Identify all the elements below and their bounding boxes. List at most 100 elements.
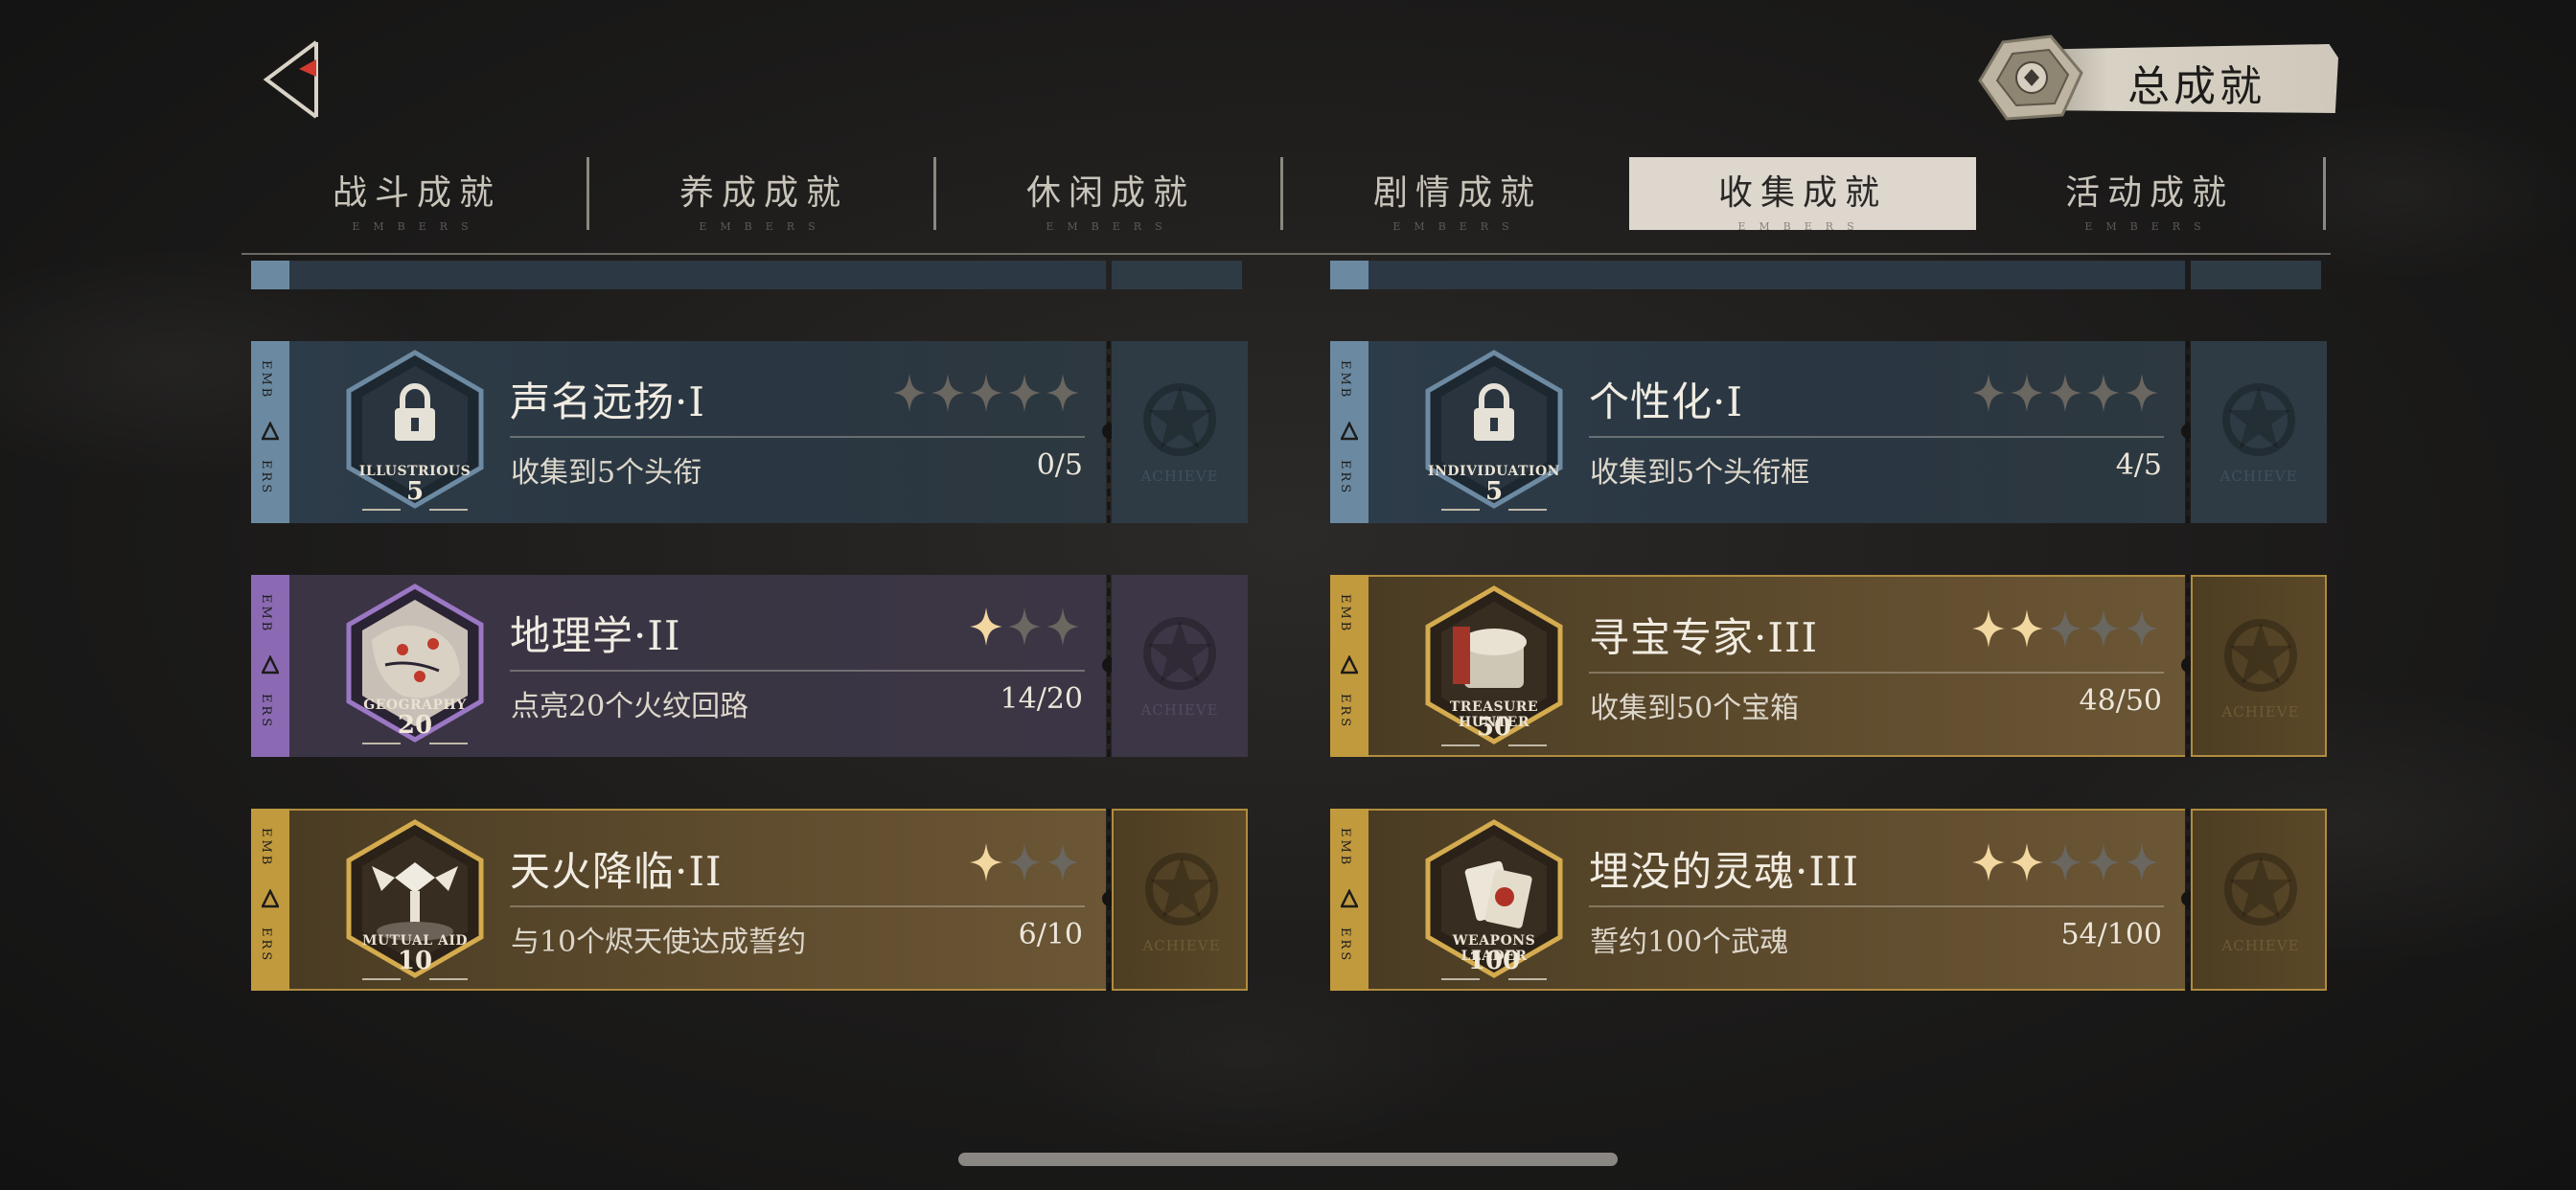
badge-number: 5 (1484, 477, 1504, 506)
tab-label: 养成成就 (678, 173, 848, 213)
partial-card-right (1330, 261, 2321, 289)
star-filled-icon (2011, 609, 2043, 648)
tab-divider (1280, 157, 1283, 230)
achievement-title: 声名远扬·I (510, 378, 705, 425)
strip-top-text: EMB (259, 828, 273, 868)
triangle-marker-icon (262, 889, 279, 908)
star-empty-icon (932, 374, 964, 412)
card-stub: ACHIEVE (2191, 575, 2327, 757)
card-stub: ACHIEVE (1112, 575, 1248, 757)
tab-label: 活动成就 (2064, 173, 2234, 213)
badge-number: 10 (397, 947, 433, 975)
tab-growth[interactable]: 养成成就 EMBERS (590, 157, 937, 233)
badge-number: 5 (405, 477, 425, 506)
tab-combat[interactable]: 战斗成就 EMBERS (243, 157, 590, 233)
achievement-description: 收集到5个头衔 (511, 456, 702, 490)
star-empty-icon (2049, 609, 2082, 648)
triangle-marker-icon (262, 422, 279, 441)
tab-sub-label: EMBERS (1392, 220, 1523, 233)
strip-bottom-text: ERS (259, 927, 273, 964)
total-achievement-button[interactable]: 总成就 (1974, 34, 2346, 121)
achievement-card[interactable]: EMB ERS TREASURE HUNTER 50 寻宝专家·III 收集到50个宝箱 4… (1330, 575, 2327, 757)
achievement-title: 天火降临·II (510, 848, 723, 895)
card-side-strip: EMB ERS (251, 341, 289, 523)
achievement-title: 个性化·I (1589, 378, 1743, 425)
star-empty-icon (2087, 374, 2120, 412)
card-side-strip: EMB ERS (251, 809, 289, 991)
achievement-progress: 54/100 (2060, 918, 2162, 951)
card-body: MUTUAL AID 10 天火降临·II 与10个烬天使达成誓约 6/10 (289, 809, 1106, 991)
star-empty-icon (1008, 607, 1041, 646)
card-stub: ACHIEVE (2191, 809, 2327, 991)
star-empty-icon (2049, 843, 2082, 881)
achievement-description: 收集到5个头衔框 (1590, 456, 1810, 490)
star-empty-icon (2087, 843, 2120, 881)
card-body: GEOGRAPHY 20 地理学·II 点亮20个火纹回路 14/20 (289, 575, 1106, 757)
card-divider (1589, 905, 2164, 907)
achieve-seal-icon (2222, 383, 2295, 456)
tab-story[interactable]: 剧情成就 EMBERS (1284, 157, 1631, 233)
home-indicator (958, 1153, 1618, 1166)
star-filled-icon (970, 843, 1002, 881)
strip-bottom-text: ERS (1338, 460, 1352, 496)
tab-leisure[interactable]: 休闲成就 EMBERS (937, 157, 1284, 233)
tab-sub-label: EMBERS (2084, 220, 2215, 233)
badge-number: 50 (1476, 713, 1512, 742)
achievement-description: 点亮20个火纹回路 (511, 690, 749, 723)
star-filled-icon (2011, 843, 2043, 881)
stub-label: ACHIEVE (1140, 468, 1219, 485)
strip-top-text: EMB (259, 594, 273, 634)
card-body: WEAPONS LEADER 100 埋没的灵魂·III 誓约100个武魂 54/100 (1368, 809, 2185, 991)
tab-event[interactable]: 活动成就 EMBERS (1976, 157, 2323, 233)
achieve-seal-icon (2224, 619, 2297, 692)
achievement-title: 埋没的灵魂·III (1589, 848, 1860, 895)
back-button[interactable] (261, 38, 322, 121)
triangle-marker-icon (262, 655, 279, 675)
strip-top-text: EMB (259, 360, 273, 400)
achievement-title: 地理学·II (510, 612, 681, 659)
star-empty-icon (2049, 374, 2082, 412)
star-rating (893, 374, 1079, 412)
star-empty-icon (1046, 843, 1079, 881)
card-side-strip: EMB ERS (1330, 341, 1368, 523)
achievement-card[interactable]: EMB ERS INDIVIDUATION 5 个性化·I 收集到5个头衔框 4/5 ACHI… (1330, 341, 2327, 523)
tabs-underline (242, 253, 2331, 255)
star-empty-icon (1046, 374, 1079, 412)
achievement-card[interactable]: EMB ERS ILLUSTRIOUS 5 声名远扬·I 收集到5个头衔 0/5 ACHIEV… (251, 341, 1248, 523)
strip-bottom-text: ERS (259, 460, 273, 496)
achievement-progress: 4/5 (2115, 448, 2162, 482)
star-rating (1972, 843, 2158, 881)
tab-label: 剧情成就 (1372, 173, 1542, 213)
category-tabs: 战斗成就 EMBERS 养成成就 EMBERS 休闲成就 EMBERS 剧情成就… (243, 157, 2329, 233)
achievement-progress: 14/20 (1000, 682, 1083, 716)
star-rating (1972, 374, 2158, 412)
star-rating (1972, 609, 2158, 648)
partial-card-left (251, 261, 1242, 289)
card-side-strip: EMB ERS (251, 575, 289, 757)
strip-top-text: EMB (1338, 594, 1352, 634)
achievement-card[interactable]: EMB ERS WEAPONS LEADER 100 埋没的灵魂·III 誓约100个武魂… (1330, 809, 2327, 991)
card-divider (510, 905, 1085, 907)
strip-bottom-text: ERS (1338, 927, 1352, 964)
strip-bottom-text: ERS (1338, 694, 1352, 730)
achievement-card[interactable]: EMB ERS MUTUAL AID 10 天火降临·II 与10个烬天使达成誓约 6/10… (251, 809, 1248, 991)
star-empty-icon (1046, 607, 1079, 646)
stub-label: ACHIEVE (1140, 701, 1219, 719)
star-rating (970, 607, 1079, 646)
card-divider (510, 436, 1085, 438)
star-filled-icon (1972, 609, 2005, 648)
card-divider (1589, 672, 2164, 674)
achievement-card[interactable]: EMB ERS GEOGRAPHY 20 地理学·II 点亮20个火纹回路 14/20 ACH… (251, 575, 1248, 757)
tab-sub-label: EMBERS (1046, 220, 1176, 233)
card-side-strip: EMB ERS (1330, 809, 1368, 991)
tab-collection[interactable]: 收集成就 EMBERS (1629, 157, 1976, 233)
star-empty-icon (2126, 609, 2158, 648)
card-stub: ACHIEVE (1112, 809, 1248, 991)
tab-divider (586, 157, 589, 230)
card-stub: ACHIEVE (2191, 341, 2327, 523)
tab-sub-label: EMBERS (1737, 220, 1868, 233)
tab-label: 休闲成就 (1025, 173, 1195, 213)
tab-divider (933, 157, 936, 230)
total-achievement-label: 总成就 (2128, 62, 2266, 111)
achieve-seal-icon (1143, 383, 1216, 456)
